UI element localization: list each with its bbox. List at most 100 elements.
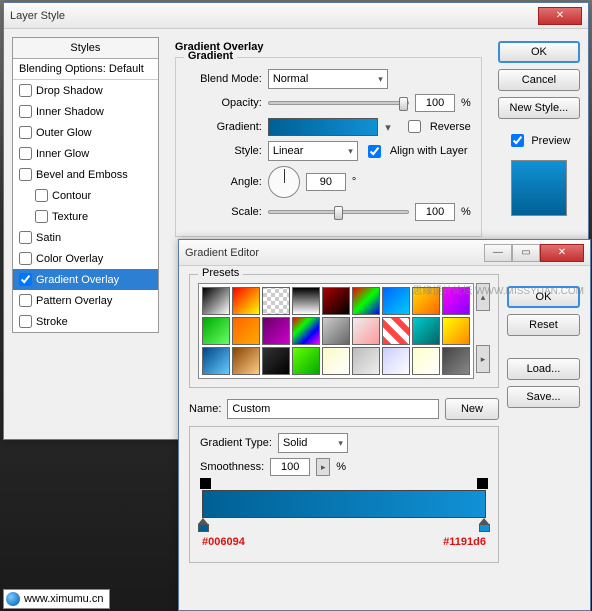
- preset-swatch[interactable]: [232, 317, 260, 345]
- opacity-value[interactable]: 100: [415, 94, 455, 112]
- preset-swatch[interactable]: [322, 347, 350, 375]
- style-label: Outer Glow: [36, 127, 92, 139]
- maximize-icon[interactable]: ▭: [512, 244, 540, 262]
- opacity-stop-right[interactable]: [477, 478, 488, 489]
- blend-mode-label: Blend Mode:: [186, 73, 262, 85]
- preset-swatch[interactable]: [292, 347, 320, 375]
- preset-swatch[interactable]: [262, 317, 290, 345]
- gradient-editor-buttons: OK Reset Load... Save...: [507, 274, 580, 563]
- style-select[interactable]: Linear: [268, 141, 358, 161]
- smoothness-dropdown-icon[interactable]: ▸: [316, 458, 330, 476]
- style-checkbox[interactable]: [19, 168, 32, 181]
- style-checkbox[interactable]: [35, 210, 48, 223]
- style-item-contour[interactable]: Contour: [13, 185, 158, 206]
- preset-swatch[interactable]: [232, 287, 260, 315]
- preset-menu-icon[interactable]: ▸: [476, 345, 490, 373]
- opacity-slider[interactable]: [268, 101, 409, 105]
- gradient-editor-titlebar[interactable]: Gradient Editor — ▭ ✕: [179, 240, 590, 266]
- preset-swatch[interactable]: [382, 347, 410, 375]
- preset-swatch[interactable]: [202, 317, 230, 345]
- preset-swatch[interactable]: [352, 347, 380, 375]
- style-item-gradient-overlay[interactable]: Gradient Overlay: [13, 269, 158, 290]
- preset-swatch[interactable]: [322, 287, 350, 315]
- scroll-up-icon[interactable]: ▴: [476, 283, 490, 311]
- gradient-swatch[interactable]: [268, 118, 378, 136]
- style-item-satin[interactable]: Satin: [13, 227, 158, 248]
- reverse-checkbox[interactable]: [408, 120, 421, 133]
- preset-swatch[interactable]: [262, 347, 290, 375]
- style-checkbox[interactable]: [35, 189, 48, 202]
- preset-swatch[interactable]: [442, 317, 470, 345]
- blending-options-row[interactable]: Blending Options: Default: [13, 59, 158, 80]
- ok-button[interactable]: OK: [498, 41, 580, 63]
- minimize-icon[interactable]: —: [484, 244, 512, 262]
- name-input[interactable]: [227, 399, 439, 419]
- preset-swatch[interactable]: [412, 347, 440, 375]
- color-stop-left[interactable]: [198, 518, 209, 532]
- ge-ok-button[interactable]: OK: [507, 286, 580, 308]
- preset-swatch[interactable]: [232, 347, 260, 375]
- opacity-stop-left[interactable]: [200, 478, 211, 489]
- align-checkbox[interactable]: [368, 145, 381, 158]
- style-item-color-overlay[interactable]: Color Overlay: [13, 248, 158, 269]
- layer-style-titlebar[interactable]: Layer Style ✕: [4, 3, 588, 29]
- preset-swatch[interactable]: [262, 287, 290, 315]
- style-item-texture[interactable]: Texture: [13, 206, 158, 227]
- gradient-bar[interactable]: [202, 490, 486, 518]
- group-legend: Gradient: [184, 50, 237, 62]
- angle-dial[interactable]: [268, 166, 300, 198]
- smoothness-value[interactable]: 100: [270, 458, 310, 476]
- style-checkbox[interactable]: [19, 105, 32, 118]
- style-checkbox[interactable]: [19, 126, 32, 139]
- style-checkbox[interactable]: [19, 252, 32, 265]
- gradient-type-select[interactable]: Solid: [278, 433, 348, 453]
- close-icon[interactable]: ✕: [540, 244, 584, 262]
- preset-swatch[interactable]: [322, 317, 350, 345]
- preset-swatch[interactable]: [382, 317, 410, 345]
- ge-reset-button[interactable]: Reset: [507, 314, 580, 336]
- style-item-inner-shadow[interactable]: Inner Shadow: [13, 101, 158, 122]
- preset-swatch[interactable]: [412, 287, 440, 315]
- opacity-label: Opacity:: [186, 97, 262, 109]
- style-item-inner-glow[interactable]: Inner Glow: [13, 143, 158, 164]
- style-label: Pattern Overlay: [36, 295, 112, 307]
- preset-swatch[interactable]: [202, 287, 230, 315]
- preset-swatch[interactable]: [382, 287, 410, 315]
- style-item-drop-shadow[interactable]: Drop Shadow: [13, 80, 158, 101]
- scale-slider[interactable]: [268, 210, 409, 214]
- preset-swatch[interactable]: [352, 287, 380, 315]
- preset-swatch[interactable]: [292, 317, 320, 345]
- color-stop-right[interactable]: [479, 518, 490, 532]
- close-icon[interactable]: ✕: [538, 7, 582, 25]
- left-stop-hex: #006094: [202, 536, 245, 548]
- styles-list-panel: Styles Blending Options: Default Drop Sh…: [12, 37, 159, 333]
- preset-swatch[interactable]: [442, 347, 470, 375]
- preset-swatch[interactable]: [442, 287, 470, 315]
- style-checkbox[interactable]: [19, 147, 32, 160]
- style-item-bevel-and-emboss[interactable]: Bevel and Emboss: [13, 164, 158, 185]
- ge-save-button[interactable]: Save...: [507, 386, 580, 408]
- preset-swatch[interactable]: [202, 347, 230, 375]
- preview-checkbox[interactable]: [511, 134, 524, 147]
- style-checkbox[interactable]: [19, 84, 32, 97]
- style-checkbox[interactable]: [19, 315, 32, 328]
- new-button[interactable]: New: [445, 398, 499, 420]
- angle-label: Angle:: [186, 176, 262, 188]
- styles-header[interactable]: Styles: [13, 38, 158, 59]
- style-item-stroke[interactable]: Stroke: [13, 311, 158, 332]
- preset-swatch[interactable]: [352, 317, 380, 345]
- style-checkbox[interactable]: [19, 294, 32, 307]
- style-item-outer-glow[interactable]: Outer Glow: [13, 122, 158, 143]
- align-label: Align with Layer: [390, 145, 468, 157]
- preset-swatch[interactable]: [292, 287, 320, 315]
- style-checkbox[interactable]: [19, 231, 32, 244]
- scale-value[interactable]: 100: [415, 203, 455, 221]
- ge-load-button[interactable]: Load...: [507, 358, 580, 380]
- preset-swatch[interactable]: [412, 317, 440, 345]
- style-checkbox[interactable]: [19, 273, 32, 286]
- style-item-pattern-overlay[interactable]: Pattern Overlay: [13, 290, 158, 311]
- blend-mode-select[interactable]: Normal: [268, 69, 388, 89]
- cancel-button[interactable]: Cancel: [498, 69, 580, 91]
- angle-value[interactable]: 90: [306, 173, 346, 191]
- new-style-button[interactable]: New Style...: [498, 97, 580, 119]
